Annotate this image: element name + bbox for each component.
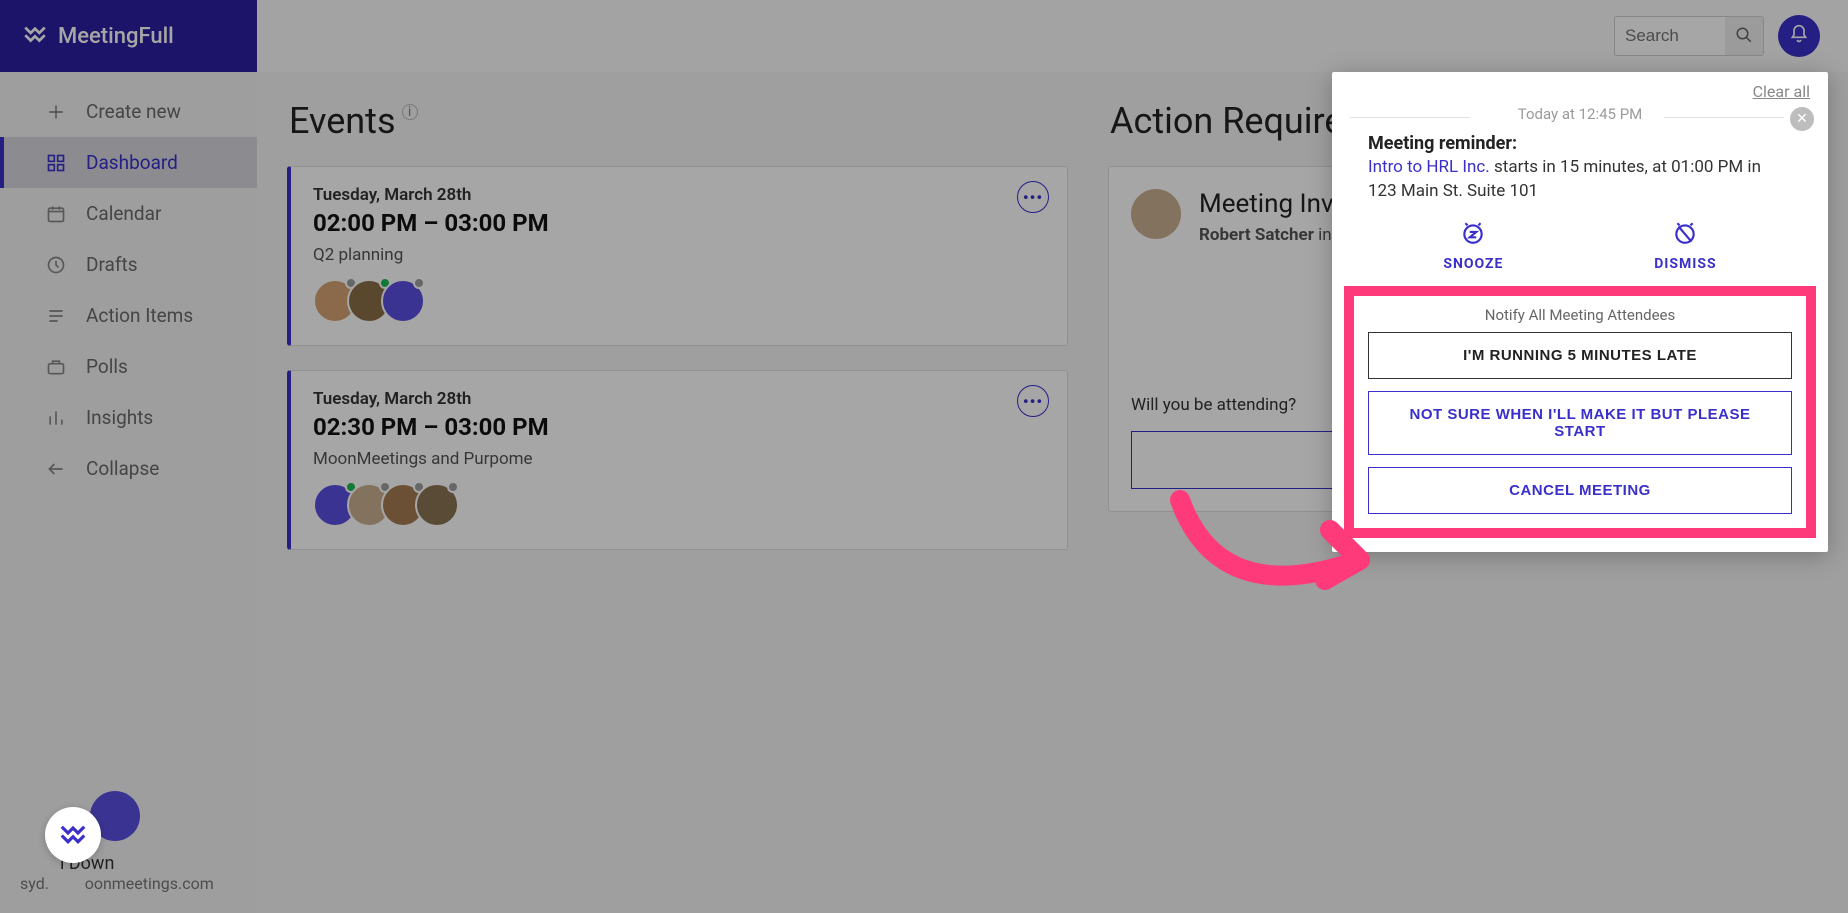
- list-icon: [44, 306, 68, 326]
- event-name: Q2 planning: [313, 245, 1045, 265]
- sidebar-item-action-items[interactable]: Action Items: [0, 290, 257, 341]
- event-time: 02:30 PM – 03:00 PM: [313, 413, 1045, 441]
- attendee-avatars: [313, 279, 1045, 323]
- search-button[interactable]: [1725, 17, 1763, 55]
- sidebar-item-insights[interactable]: Insights: [0, 392, 257, 443]
- sidebar-item-label: Action Items: [86, 304, 193, 327]
- event-more-button[interactable]: •••: [1017, 181, 1049, 213]
- create-new-label: Create new: [86, 100, 181, 123]
- sidebar-item-polls[interactable]: Polls: [0, 341, 257, 392]
- reminder-meeting-link[interactable]: Intro to HRL Inc.: [1368, 157, 1490, 177]
- notification-timestamp: Today at 12:45 PM: [1518, 105, 1643, 123]
- calendar-icon: [44, 204, 68, 224]
- brand-bar: MeetingFull: [0, 0, 257, 72]
- sidebar-nav: Create new Dashboard Calendar Drafts: [0, 72, 257, 494]
- user-email: syd. oonmeetings.com: [20, 874, 237, 893]
- create-new-button[interactable]: Create new: [0, 86, 257, 137]
- snooze-icon: [1460, 220, 1486, 250]
- close-icon: ✕: [1796, 111, 1808, 127]
- notification-panel: Clear all Today at 12:45 PM ✕ Meeting re…: [1332, 72, 1828, 552]
- dismiss-icon: [1672, 220, 1698, 250]
- sidebar-footer: l Down syd. oonmeetings.com: [0, 771, 257, 913]
- notification-timestamp-row: Today at 12:45 PM ✕: [1332, 101, 1828, 133]
- clock-icon: [44, 255, 68, 275]
- notification-close-button[interactable]: ✕: [1790, 107, 1814, 131]
- search-wrap: [1614, 16, 1764, 56]
- sidebar-item-label: Drafts: [86, 253, 138, 276]
- notify-attendees-box: Notify All Meeting Attendees I'M RUNNING…: [1344, 286, 1816, 538]
- running-late-button[interactable]: I'M RUNNING 5 MINUTES LATE: [1368, 332, 1792, 379]
- clear-all-link[interactable]: Clear all: [1753, 82, 1810, 101]
- sidebar-item-label: Calendar: [86, 202, 161, 225]
- attendee-avatars: [313, 483, 1045, 527]
- reminder-text: Intro to HRL Inc. starts in 15 minutes, …: [1368, 156, 1792, 204]
- grid-icon: [44, 153, 68, 173]
- search-input[interactable]: [1615, 18, 1725, 54]
- briefcase-icon: [44, 357, 68, 377]
- event-date: Tuesday, March 28th: [313, 389, 1045, 409]
- arrow-left-icon: [44, 459, 68, 479]
- brand-logo-icon: [22, 20, 48, 52]
- brand-name: MeetingFull: [58, 24, 174, 49]
- event-name: MoonMeetings and Purpome: [313, 449, 1045, 469]
- sidebar-item-dashboard[interactable]: Dashboard: [0, 137, 257, 188]
- bell-icon: [1789, 24, 1809, 48]
- search-icon: [1735, 26, 1753, 47]
- attendee-avatar: [381, 279, 425, 323]
- sidebar-item-calendar[interactable]: Calendar: [0, 188, 257, 239]
- topbar: [257, 0, 1848, 72]
- inviter-avatar: [1131, 189, 1181, 239]
- sidebar-item-label: Polls: [86, 355, 128, 378]
- reminder-title: Meeting reminder:: [1368, 133, 1792, 154]
- info-badge-icon: i: [402, 104, 418, 120]
- brand-mark-icon: [58, 818, 88, 852]
- sidebar-item-label: Insights: [86, 406, 153, 429]
- snooze-button[interactable]: SNOOZE: [1443, 220, 1503, 272]
- notify-attendees-label: Notify All Meeting Attendees: [1368, 306, 1792, 324]
- events-column: Eventsi ••• Tuesday, March 28th 02:00 PM…: [287, 92, 1068, 893]
- event-card[interactable]: ••• Tuesday, March 28th 02:30 PM – 03:00…: [287, 370, 1068, 550]
- dismiss-button[interactable]: DISMISS: [1654, 220, 1716, 272]
- event-more-button[interactable]: •••: [1017, 385, 1049, 417]
- attendee-avatar: [415, 483, 459, 527]
- floating-brand-badge[interactable]: [45, 807, 101, 863]
- cancel-meeting-button[interactable]: CANCEL MEETING: [1368, 467, 1792, 514]
- sidebar-item-label: Collapse: [86, 457, 159, 480]
- sidebar-item-drafts[interactable]: Drafts: [0, 239, 257, 290]
- notifications-button[interactable]: [1778, 15, 1820, 57]
- sidebar-item-collapse[interactable]: Collapse: [0, 443, 257, 494]
- sidebar: MeetingFull Create new Dashboard Calenda…: [0, 0, 257, 913]
- events-title: Eventsi: [289, 100, 1068, 142]
- bars-icon: [44, 408, 68, 428]
- not-sure-button[interactable]: NOT SURE WHEN I'LL MAKE IT BUT PLEASE ST…: [1368, 391, 1792, 455]
- sidebar-item-label: Dashboard: [86, 151, 178, 174]
- event-date: Tuesday, March 28th: [313, 185, 1045, 205]
- plus-icon: [44, 102, 68, 122]
- event-time: 02:00 PM – 03:00 PM: [313, 209, 1045, 237]
- event-card[interactable]: ••• Tuesday, March 28th 02:00 PM – 03:00…: [287, 166, 1068, 346]
